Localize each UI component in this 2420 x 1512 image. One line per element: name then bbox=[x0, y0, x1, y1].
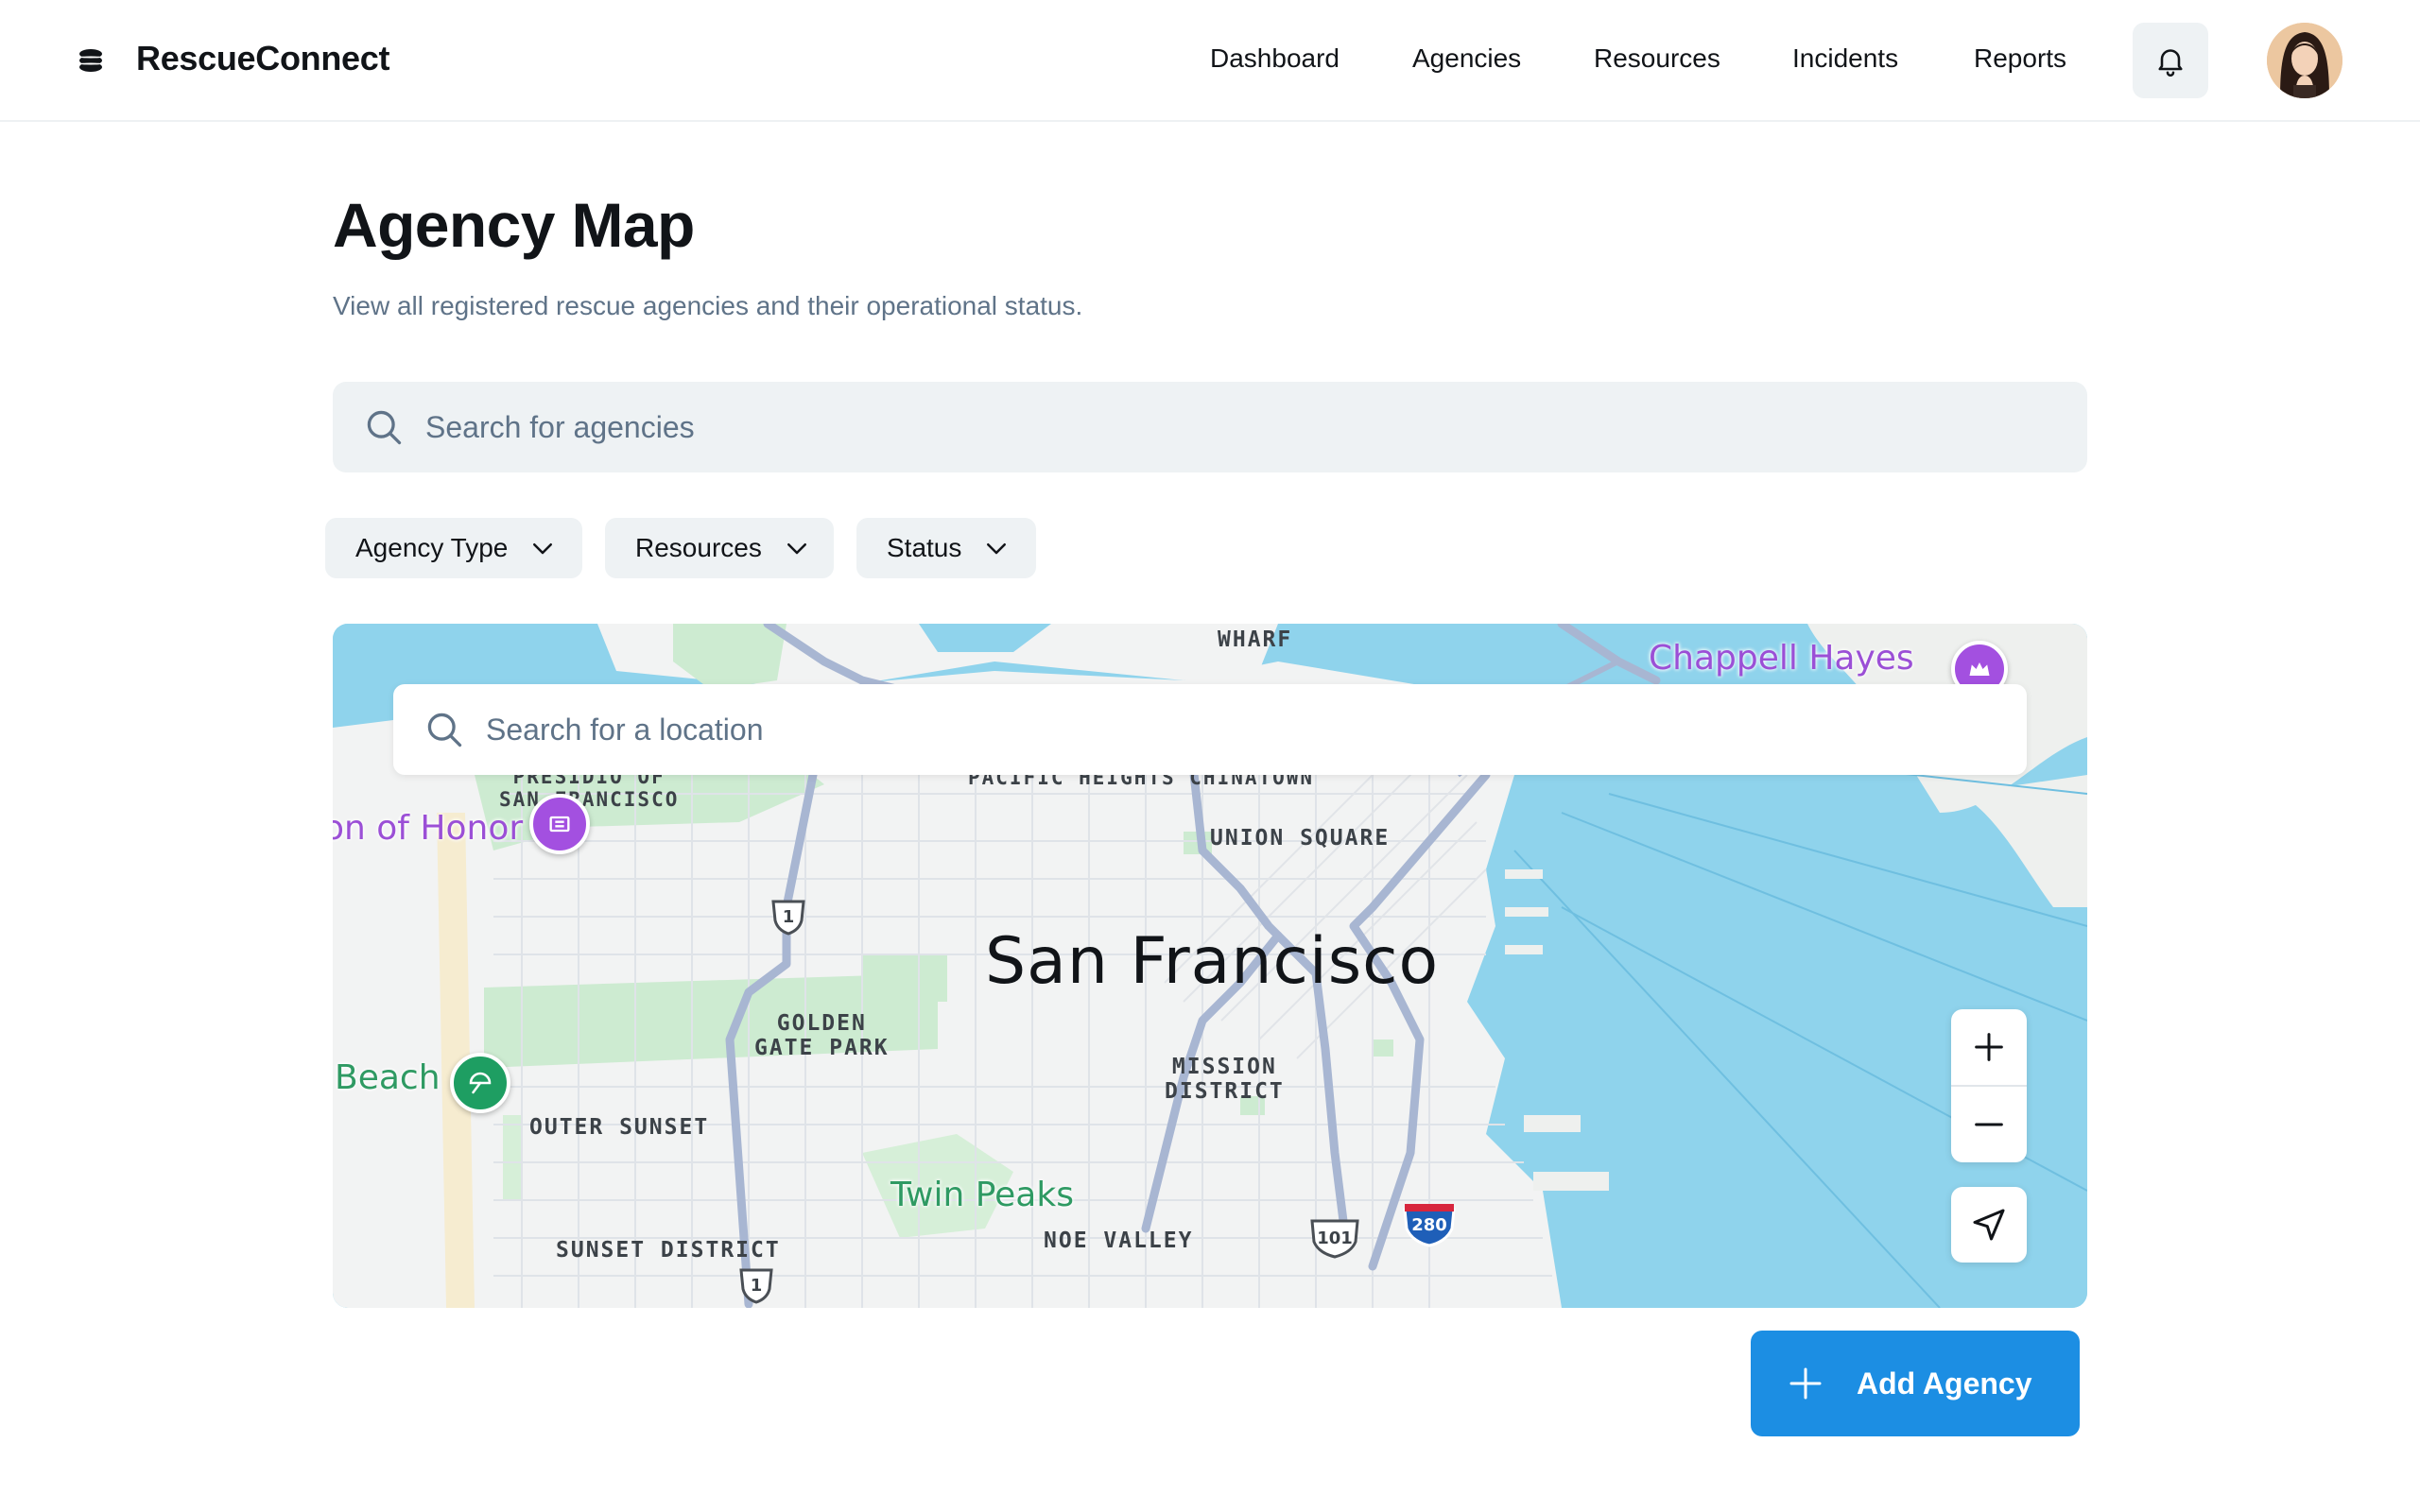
locate-me-button[interactable] bbox=[1951, 1187, 2027, 1263]
add-agency-button[interactable]: Add Agency bbox=[1751, 1331, 2080, 1436]
route-1-label: 1 bbox=[782, 907, 795, 927]
map-label-golden-gate-park: GOLDEN GATE PARK bbox=[754, 1011, 890, 1060]
plus-icon bbox=[1975, 1033, 2003, 1061]
poi-label-legion-of-honor[interactable]: on of Honor bbox=[333, 809, 523, 848]
chevron-down-icon bbox=[786, 543, 806, 555]
add-agency-label: Add Agency bbox=[1857, 1366, 2032, 1400]
interstate-280-label: 280 bbox=[1411, 1215, 1447, 1235]
app-logo-icon[interactable] bbox=[76, 45, 106, 76]
locate-control bbox=[1951, 1187, 2027, 1263]
plus-icon bbox=[1789, 1367, 1822, 1400]
search-icon bbox=[427, 713, 462, 747]
zoom-out-button[interactable] bbox=[1951, 1087, 2027, 1162]
agency-search-bar[interactable] bbox=[333, 382, 2087, 472]
top-navbar: RescueConnect Dashboard Agencies Resourc… bbox=[0, 0, 2420, 122]
crown-icon bbox=[1969, 662, 1990, 676]
filter-resources[interactable]: Resources bbox=[605, 518, 834, 578]
agency-map[interactable]: WHARF PRESIDIO OF SAN FRANCISCO PACIFIC … bbox=[333, 624, 2087, 1308]
navigation-arrow-icon bbox=[1973, 1209, 2005, 1241]
map-label-twin-peaks: Twin Peaks bbox=[890, 1176, 1074, 1214]
poi-label-beach[interactable]: Beach bbox=[335, 1058, 441, 1097]
map-label-sunset-district: SUNSET DISTRICT bbox=[556, 1238, 781, 1263]
filter-agency-type[interactable]: Agency Type bbox=[325, 518, 582, 578]
chevron-down-icon bbox=[533, 543, 553, 555]
filter-status-label: Status bbox=[887, 533, 962, 562]
zoom-in-button[interactable] bbox=[1951, 1009, 2027, 1085]
filter-resources-label: Resources bbox=[635, 533, 762, 562]
location-search-bar[interactable] bbox=[393, 684, 2027, 775]
map-label-wharf: WHARF bbox=[1218, 627, 1293, 652]
page-title: Agency Map bbox=[333, 190, 695, 260]
map-label-noe-valley: NOE VALLEY bbox=[1044, 1228, 1194, 1253]
poi-label-chappell-hayes[interactable]: Chappell Hayes bbox=[1649, 639, 1914, 678]
poi-pin-beach[interactable] bbox=[450, 1053, 510, 1113]
nav-resources[interactable]: Resources bbox=[1594, 40, 1720, 77]
poi-pin-legion-of-honor[interactable] bbox=[529, 794, 590, 854]
bell-icon bbox=[2158, 49, 2183, 77]
notifications-button[interactable] bbox=[2133, 23, 2208, 98]
nav-incidents[interactable]: Incidents bbox=[1792, 40, 1898, 77]
location-search-input[interactable] bbox=[484, 684, 1996, 775]
nav-dashboard[interactable]: Dashboard bbox=[1210, 40, 1340, 77]
map-label-union-square: UNION SQUARE bbox=[1210, 826, 1391, 850]
page-subtitle: View all registered rescue agencies and … bbox=[333, 291, 1083, 320]
user-avatar-image bbox=[2267, 23, 2342, 98]
agency-search-input[interactable] bbox=[424, 382, 2049, 472]
minus-icon bbox=[1975, 1123, 2003, 1126]
filter-status[interactable]: Status bbox=[856, 518, 1036, 578]
zoom-controls bbox=[1951, 1009, 2027, 1162]
museum-icon bbox=[549, 816, 570, 833]
map-label-outer-sunset: OUTER SUNSET bbox=[529, 1115, 710, 1140]
route-1-label-south: 1 bbox=[750, 1276, 763, 1296]
chevron-down-icon bbox=[987, 543, 1007, 555]
search-icon bbox=[367, 410, 402, 445]
nav-reports[interactable]: Reports bbox=[1974, 40, 2066, 77]
map-city-label: San Francisco bbox=[985, 924, 1440, 999]
app-name[interactable]: RescueConnect bbox=[136, 38, 389, 79]
beach-umbrella-icon bbox=[469, 1072, 492, 1094]
route-101-label: 101 bbox=[1317, 1228, 1353, 1248]
nav-agencies[interactable]: Agencies bbox=[1412, 40, 1521, 77]
map-label-mission-district: MISSION DISTRICT bbox=[1165, 1055, 1285, 1104]
avatar[interactable] bbox=[2267, 23, 2342, 98]
filter-agency-type-label: Agency Type bbox=[355, 533, 509, 562]
